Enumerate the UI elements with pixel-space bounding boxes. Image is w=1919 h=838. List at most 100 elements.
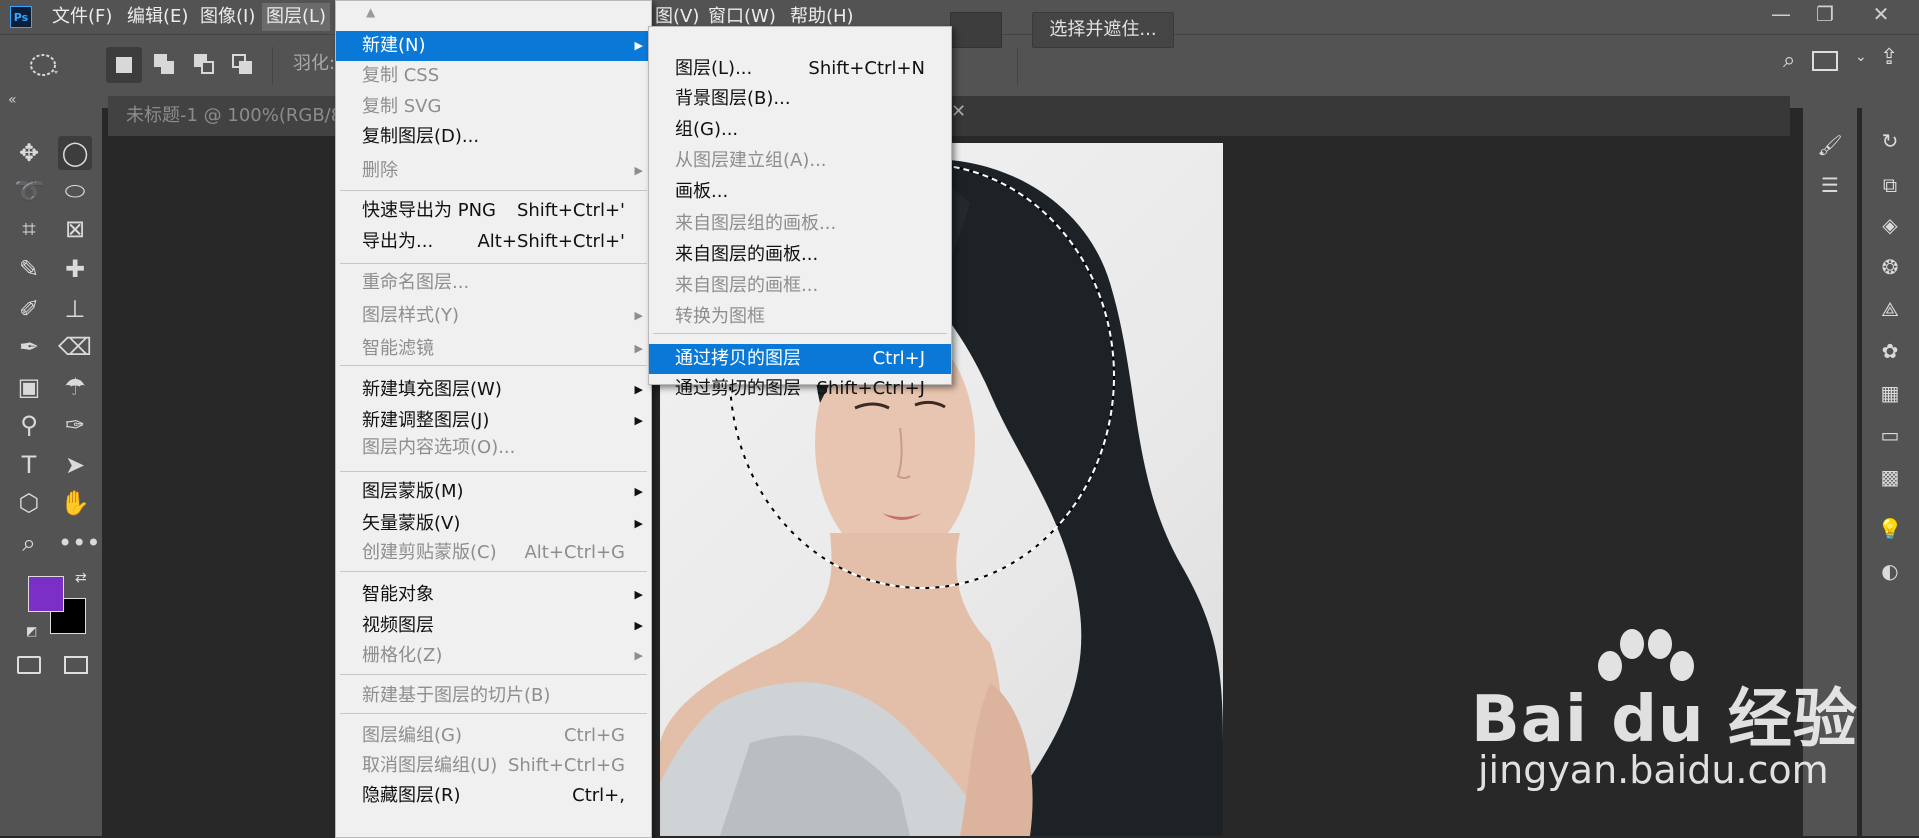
- menu-item-导出为[interactable]: 导出为... Alt+Shift+Ctrl+': [336, 227, 651, 257]
- share-icon[interactable]: ⇪: [1880, 45, 1898, 70]
- learn-icon[interactable]: 💡: [1873, 512, 1907, 546]
- new-selection-button[interactable]: [106, 47, 142, 83]
- menu-item-复制-svg[interactable]: 复制 SVG: [336, 92, 651, 122]
- menu-item-新建-n[interactable]: 新建(N) ▶: [336, 31, 651, 61]
- menu-item-取消图层编组-u[interactable]: 取消图层编组(U) Shift+Ctrl+G: [336, 751, 651, 781]
- 3d-icon[interactable]: ⧉: [1873, 168, 1907, 202]
- menu-layer[interactable]: 图层(L): [262, 3, 331, 31]
- menu-item-创建剪贴蒙版-c[interactable]: 创建剪贴蒙版(C) Alt+Ctrl+G: [336, 538, 651, 568]
- menu-item-通过拷贝的图层[interactable]: 通过拷贝的图层 Ctrl+J: [649, 344, 951, 374]
- menu-item-智能滤镜[interactable]: 智能滤镜 ▶: [336, 334, 651, 364]
- menu-item-矢量蒙版-v[interactable]: 矢量蒙版(V) ▶: [336, 509, 651, 539]
- lasso-tool-icon[interactable]: ➰: [12, 174, 46, 208]
- adjustment-sliders-icon[interactable]: ☰: [1813, 168, 1847, 202]
- menu-item-重命名图层[interactable]: 重命名图层...: [336, 268, 651, 298]
- more-tools-icon[interactable]: •••: [58, 526, 100, 560]
- menu-item-快速导出为-png[interactable]: 快速导出为 PNG Shift+Ctrl+': [336, 196, 651, 226]
- path-selection-tool-icon[interactable]: ➤: [58, 448, 92, 482]
- menu-item-图层编组-g[interactable]: 图层编组(G) Ctrl+G: [336, 721, 651, 751]
- chevron-down-icon[interactable]: ⌄: [1855, 49, 1867, 65]
- type-tool-icon[interactable]: T: [12, 448, 46, 482]
- menu-item-删除[interactable]: 删除 ▶: [336, 156, 651, 186]
- patterns-icon[interactable]: ▩: [1873, 460, 1907, 494]
- history-icon[interactable]: ↻: [1873, 124, 1907, 158]
- menu-item-来自图层组的画板[interactable]: 来自图层组的画板...: [649, 209, 951, 239]
- dodge-tool-icon[interactable]: ⚲: [12, 408, 46, 442]
- menu-item-来自图层的画框[interactable]: 来自图层的画框...: [649, 271, 951, 301]
- menu-item-新建调整图层-j[interactable]: 新建调整图层(J) ▶: [336, 406, 651, 436]
- elliptical-marquee-tool-icon[interactable]: ◯: [58, 136, 92, 170]
- shape-tool-icon[interactable]: ⬡: [12, 486, 46, 520]
- menu-item-图层-l[interactable]: 图层(L)... Shift+Ctrl+N: [649, 54, 951, 84]
- menu-item-复制图层-d[interactable]: 复制图层(D)...: [336, 122, 651, 152]
- menu-item-图层样式-y[interactable]: 图层样式(Y) ▶: [336, 301, 651, 331]
- crop-tool-icon[interactable]: ⌗: [12, 212, 46, 246]
- clone-stamp-tool-icon[interactable]: ⊥: [58, 292, 92, 326]
- default-colors-icon[interactable]: ◩: [26, 624, 37, 638]
- menu-item-智能对象[interactable]: 智能对象 ▶: [336, 580, 651, 610]
- subtract-from-selection-button[interactable]: [191, 51, 219, 79]
- intersect-selection-button[interactable]: [229, 51, 257, 79]
- hand-tool-icon[interactable]: ✋: [58, 486, 92, 520]
- menu-image[interactable]: 图像(I): [196, 0, 259, 34]
- menu-item-组-g[interactable]: 组(G)...: [649, 115, 951, 145]
- search-icon[interactable]: ⌕: [1783, 48, 1795, 73]
- menu-item-label: 重命名图层...: [362, 272, 470, 293]
- menu-item-label: 复制图层(D)...: [362, 126, 480, 147]
- brush-settings-icon[interactable]: 🖌: [1813, 128, 1847, 162]
- eraser-tool-icon[interactable]: ⌫: [58, 330, 92, 364]
- menu-item-来自图层的画板[interactable]: 来自图层的画板...: [649, 240, 951, 270]
- collapse-left-icon[interactable]: «: [8, 92, 17, 108]
- move-tool-icon[interactable]: ✥: [12, 136, 46, 170]
- gradients-icon[interactable]: ▭: [1873, 418, 1907, 452]
- menu-file[interactable]: 文件(F): [48, 0, 116, 34]
- brush-tool-icon[interactable]: ✐: [12, 292, 46, 326]
- menu-item-隐藏图层-r[interactable]: 隐藏图层(R) Ctrl+,: [336, 781, 651, 811]
- add-to-selection-button[interactable]: [151, 51, 179, 79]
- restore-button[interactable]: ❐: [1800, 0, 1850, 28]
- scroll-up-icon[interactable]: ▲: [366, 5, 375, 19]
- menu-item-复制-css[interactable]: 复制 CSS: [336, 61, 651, 91]
- pen-tool-icon[interactable]: ✑: [58, 408, 92, 442]
- menu-item-新建填充图层-w[interactable]: 新建填充图层(W) ▶: [336, 375, 651, 405]
- menu-item-shortcut: Shift+Ctrl+': [516, 200, 625, 221]
- paths-icon[interactable]: ⟁: [1873, 292, 1907, 326]
- blur-tool-icon[interactable]: ☂: [58, 370, 92, 404]
- gradient-tool-icon[interactable]: ▣: [12, 370, 46, 404]
- menu-edit[interactable]: 编辑(E): [123, 0, 192, 34]
- color-palette-icon[interactable]: ✿: [1873, 334, 1907, 368]
- menu-item-图层内容选项-o[interactable]: 图层内容选项(O)...: [336, 433, 651, 463]
- select-and-mask-button[interactable]: 选择并遮住...: [1032, 12, 1174, 48]
- swap-colors-icon[interactable]: ⇄: [75, 570, 87, 586]
- quick-mask-icon[interactable]: [17, 656, 41, 674]
- adjustments-icon[interactable]: ◐: [1873, 554, 1907, 588]
- menu-item-转换为图框[interactable]: 转换为图框: [649, 302, 951, 332]
- menu-item-从图层建立组-a[interactable]: 从图层建立组(A)...: [649, 146, 951, 176]
- frame-tool-icon[interactable]: ⊠: [58, 212, 92, 246]
- menu-item-视频图层[interactable]: 视频图层 ▶: [336, 611, 651, 641]
- close-window-button[interactable]: ✕: [1856, 0, 1906, 28]
- menu-item-图层蒙版-m[interactable]: 图层蒙版(M) ▶: [336, 477, 651, 507]
- menu-item-栅格化-z[interactable]: 栅格化(Z) ▶: [336, 641, 651, 671]
- workspace-icon[interactable]: [1812, 51, 1838, 71]
- foreground-color-swatch-top[interactable]: [28, 576, 64, 612]
- channels-icon[interactable]: ❂: [1873, 250, 1907, 284]
- menu-separator: [340, 190, 647, 191]
- menu-item-通过剪切的图层[interactable]: 通过剪切的图层 Shift+Ctrl+J: [649, 374, 951, 404]
- menu-item-背景图层-b[interactable]: 背景图层(B)...: [649, 84, 951, 114]
- feather-value-field[interactable]: [950, 12, 1002, 48]
- eyedropper-tool-icon[interactable]: ✎: [12, 252, 46, 286]
- swatches-icon[interactable]: ▦: [1873, 376, 1907, 410]
- layers-icon[interactable]: ◈: [1873, 208, 1907, 242]
- document-tab[interactable]: 未标题-1 @ 100%(RGB/8): [108, 96, 340, 136]
- screen-mode-icon[interactable]: [64, 656, 88, 674]
- menu-item-画板[interactable]: 画板...: [649, 177, 951, 207]
- healing-brush-tool-icon[interactable]: ✚: [58, 252, 92, 286]
- menu-item-新建基于图层的切片-b[interactable]: 新建基于图层的切片(B): [336, 681, 651, 711]
- quick-selection-tool-icon[interactable]: ⬭: [58, 174, 92, 208]
- elliptical-marquee-preset-icon[interactable]: [28, 49, 60, 81]
- zoom-tool-icon[interactable]: ⌕: [12, 526, 46, 560]
- minimize-button[interactable]: —: [1756, 0, 1806, 28]
- history-brush-tool-icon[interactable]: ✒: [12, 330, 46, 364]
- close-tab-icon[interactable]: ✕: [951, 101, 966, 122]
